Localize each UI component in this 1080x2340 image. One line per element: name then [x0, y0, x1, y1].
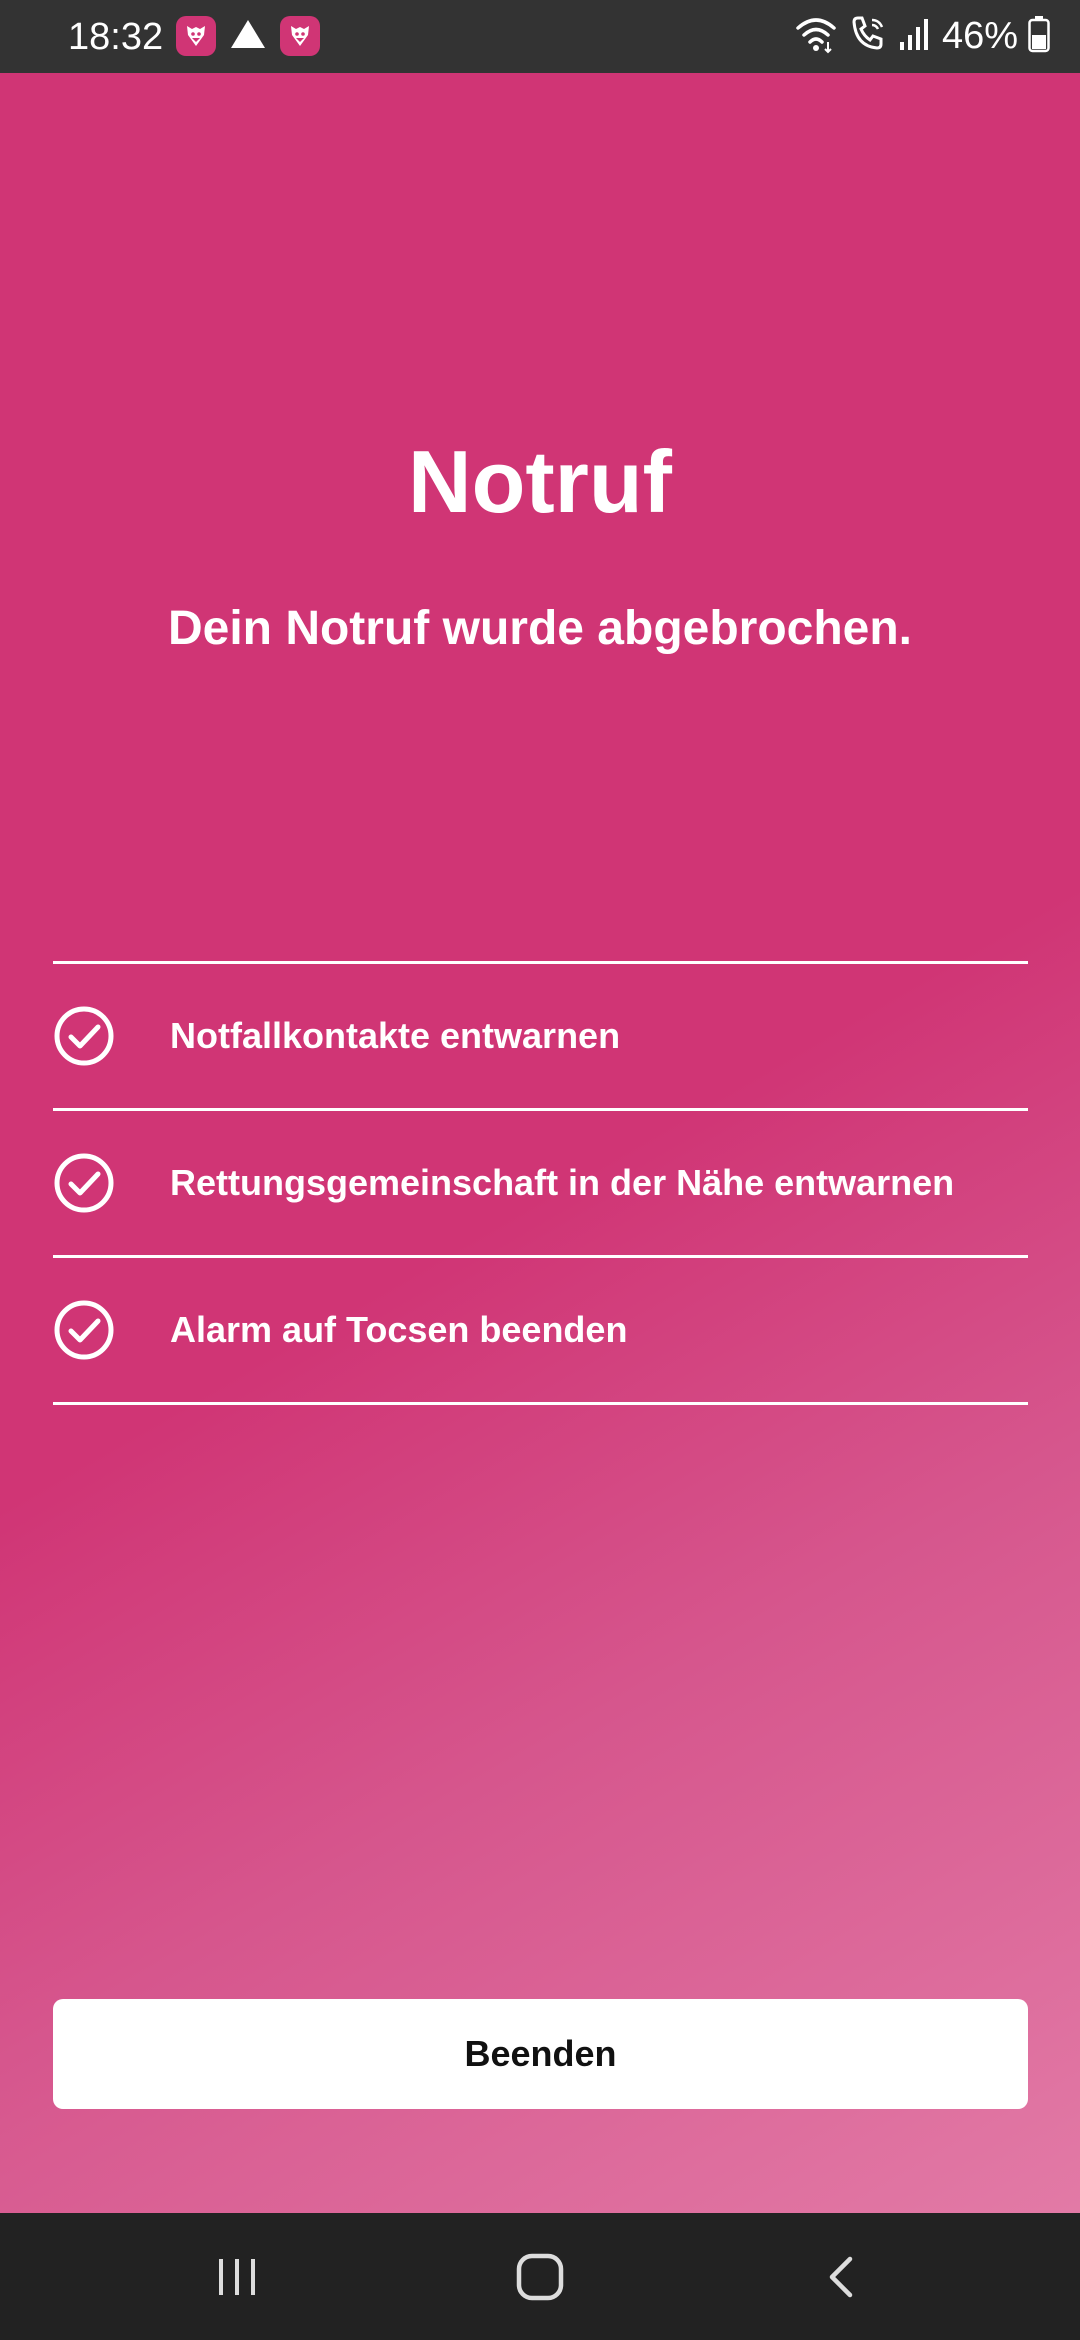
signal-icon	[898, 16, 932, 57]
check-circle-icon	[54, 1300, 114, 1360]
back-button[interactable]	[742, 2213, 942, 2340]
wifi-icon	[794, 14, 838, 59]
app-notification-icon	[176, 16, 216, 56]
checklist-item-label: Notfallkontakte entwarnen	[170, 1015, 621, 1056]
navigation-bar	[0, 2213, 1080, 2340]
notification-icons	[176, 14, 320, 58]
page-title: Notruf	[408, 432, 672, 531]
checklist-item-label: Rettungsgemeinschaft in der Nähe entwarn…	[170, 1162, 955, 1203]
back-icon	[829, 2256, 853, 2297]
battery-icon	[1028, 15, 1050, 58]
main-content: Notruf Dein Notruf wurde abgebrochen. No…	[0, 73, 1080, 2213]
check-circle-icon	[54, 1006, 114, 1066]
recent-apps-button[interactable]	[137, 2213, 337, 2340]
check-circle-icon	[54, 1153, 114, 1213]
home-button[interactable]	[440, 2213, 640, 2340]
checklist-item: Notfallkontakte entwarnen	[53, 964, 1028, 1111]
checklist-item-label: Alarm auf Tocsen beenden	[170, 1309, 628, 1350]
home-icon	[516, 2253, 564, 2300]
page-subtitle: Dein Notruf wurde abgebrochen.	[167, 602, 913, 655]
app-notification-icon	[280, 16, 320, 56]
checklist-item: Rettungsgemeinschaft in der Nähe entwarn…	[53, 1111, 1028, 1258]
checklist: Notfallkontakte entwarnen Rettungsgemein…	[53, 961, 1028, 1405]
system-icons: 46%	[794, 12, 1050, 60]
battery-percentage: 46%	[941, 15, 1018, 57]
finish-button[interactable]: Beenden	[53, 1999, 1028, 2109]
recent-apps-icon	[219, 2258, 255, 2295]
wifi-calling-icon	[848, 14, 888, 59]
drive-icon	[228, 16, 268, 57]
status-time: 18:32	[68, 16, 164, 58]
screen: 18:32 46% Notruf Dein Notruf wurde abgeb…	[0, 0, 1080, 2340]
status-bar: 18:32 46%	[0, 0, 1080, 73]
checklist-item: Alarm auf Tocsen beenden	[53, 1258, 1028, 1405]
